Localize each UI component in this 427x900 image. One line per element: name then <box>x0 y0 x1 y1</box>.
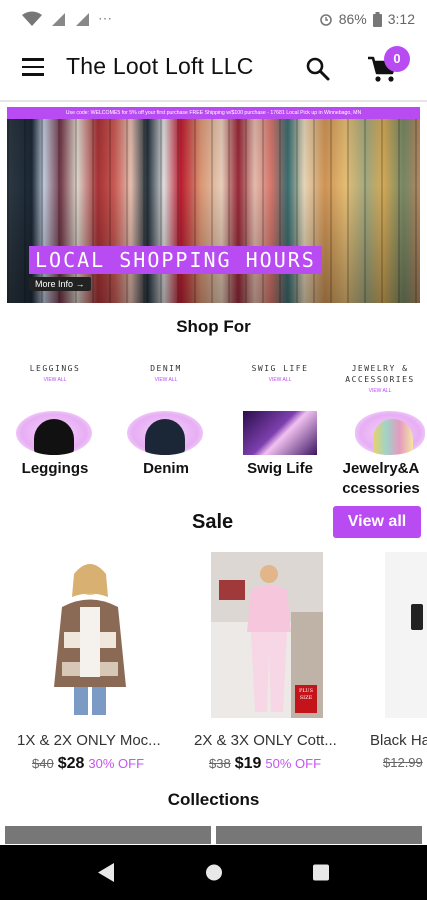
category-image <box>355 411 425 455</box>
category-top-label: JEWELRY & ACCESSORIES <box>345 364 415 384</box>
product-price: $12.99 <box>383 755 423 770</box>
collections-heading: Collections <box>167 790 260 809</box>
category-view-all: VIEW ALL <box>268 377 292 383</box>
battery-icon <box>372 11 382 27</box>
signal-icon <box>52 12 65 26</box>
category-image <box>16 411 92 455</box>
category-top-label: DENIM <box>150 364 182 373</box>
plus-size-tag: PLUS SIZE <box>298 688 314 701</box>
wifi-icon <box>22 11 42 26</box>
discount-label: 30% OFF <box>88 756 145 771</box>
original-price: $40 <box>32 756 54 771</box>
store-title: The Loot Loft LLC <box>66 53 254 79</box>
category-denim[interactable]: DENIM VIEW ALL Denim <box>111 363 221 503</box>
clock: 3:12 <box>387 11 415 27</box>
product-price: $40 $28 30% OFF <box>32 755 144 773</box>
recents-icon[interactable] <box>291 845 351 900</box>
product-name[interactable]: Black Ha <box>370 732 427 749</box>
app-bar: The Loot Loft LLC <box>0 38 427 102</box>
shop-for-heading: Shop For <box>176 317 251 336</box>
back-icon[interactable] <box>76 845 136 900</box>
hero-title: LOCAL SHOPPING HOURS <box>29 246 322 274</box>
promo-strip: Use code: WELCOME5 for 5% off your first… <box>7 107 420 119</box>
status-icons-right: 86% 3:12 <box>319 11 415 27</box>
collection-tile[interactable] <box>216 826 422 844</box>
alarm-icon <box>319 14 332 26</box>
category-image <box>243 411 317 455</box>
category-top-label: SWIG LIFE <box>251 364 309 373</box>
category-view-all: VIEW ALL <box>43 377 67 383</box>
view-all-button[interactable]: View all <box>333 506 421 538</box>
more-notifications-icon: ⋯ <box>98 10 112 26</box>
category-label: Leggings <box>21 460 89 477</box>
category-jewelry-accessories[interactable]: JEWELRY & ACCESSORIES VIEW ALL Jewelry&A… <box>333 363 427 503</box>
category-label: Swig Life <box>247 460 313 477</box>
category-view-all: VIEW ALL <box>368 388 392 394</box>
battery-percent: 86% <box>338 11 367 27</box>
original-price: $12.99 <box>383 755 423 770</box>
category-label: Jewelry&Accessories <box>342 460 420 497</box>
status-icons-left: ⋯ <box>22 10 112 27</box>
product-name[interactable]: 1X & 2X ONLY Moc... <box>17 732 161 749</box>
system-nav-bar <box>0 845 427 900</box>
product-name[interactable]: 2X & 3X ONLY Cott... <box>194 732 337 749</box>
category-top-label: LEGGINGS <box>29 364 81 373</box>
discount-label: 50% OFF <box>265 756 322 771</box>
signal-icon-2 <box>76 12 89 26</box>
sale-price: $28 <box>57 755 85 772</box>
home-icon[interactable] <box>184 845 244 900</box>
product-price: $38 $19 50% OFF <box>209 755 321 773</box>
search-icon[interactable] <box>304 55 332 83</box>
sale-price: $19 <box>234 755 262 772</box>
product-image <box>385 552 427 718</box>
original-price: $38 <box>209 756 231 771</box>
more-info-button[interactable]: More Info → <box>29 277 91 291</box>
sale-heading: Sale <box>192 511 234 533</box>
category-label: Denim <box>143 460 189 477</box>
collection-tile[interactable] <box>5 826 211 844</box>
product-image <box>34 552 146 718</box>
category-swig-life[interactable]: SWIG LIFE VIEW ALL Swig Life <box>225 363 335 503</box>
category-view-all: VIEW ALL <box>154 377 178 383</box>
status-bar: ⋯ 86% 3:12 <box>0 0 427 38</box>
category-image <box>127 411 203 455</box>
cart-count-badge: 0 <box>384 46 410 72</box>
hero-banner[interactable]: Use code: WELCOME5 for 5% off your first… <box>7 107 420 303</box>
category-leggings[interactable]: LEGGINGS VIEW ALL Leggings <box>0 363 110 503</box>
menu-icon[interactable] <box>22 58 44 76</box>
